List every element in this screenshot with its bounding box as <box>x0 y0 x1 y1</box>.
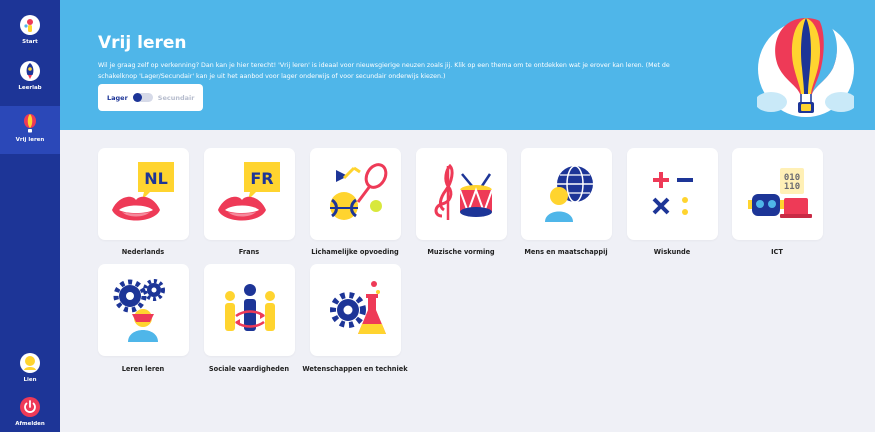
hot-air-balloon-icon <box>757 18 854 117</box>
theme-tile-mens-en-maatschappij[interactable] <box>521 148 612 240</box>
sidebar-item-label: Leerlab <box>18 85 42 91</box>
math-icon <box>652 172 693 215</box>
theme-tile-leren-leren[interactable] <box>98 264 189 356</box>
theme-tile-wiskunde[interactable] <box>627 148 718 240</box>
avatar-icon <box>20 353 40 373</box>
toggle-switch[interactable] <box>132 93 153 102</box>
theme-label-wetenschappen-en-techniek[interactable]: Wetenschappen en techniek <box>295 364 415 374</box>
theme-label-sociale-vaardigheden[interactable]: Sociale vaardigheden <box>189 364 309 374</box>
toggle-label-secundair: Secundair <box>157 93 195 102</box>
theme-tile-sociale-vaardigheden[interactable] <box>204 264 295 356</box>
theme-tile-muzische-vorming[interactable] <box>416 148 507 240</box>
theme-tile-lichamelijke-opvoeding[interactable] <box>310 148 401 240</box>
intro-text: Wil je graag zelf op verkenning? Dan kan… <box>98 62 670 80</box>
people-icon <box>225 284 275 331</box>
sidebar-item-label: Vrij leren <box>15 137 45 143</box>
theme-tile-frans[interactable]: FR <box>204 148 295 240</box>
theme-tile-wetenschappen-en-techniek[interactable] <box>310 264 401 356</box>
badge-text: NL <box>144 169 168 188</box>
rocket-icon <box>20 61 40 81</box>
page-title: Vrij leren <box>98 33 187 53</box>
power-icon <box>20 397 40 417</box>
theme-label-mens-en-maatschappij[interactable]: Mens en maatschappij <box>506 247 626 257</box>
sidebar-item-vrij-leren[interactable]: Vrij leren <box>0 106 60 154</box>
toggle-label-lager: Lager <box>107 93 128 102</box>
gears-head-icon <box>113 279 165 342</box>
theme-tile-ict[interactable]: 010 110 <box>732 148 823 240</box>
sidebar-item-leerlab[interactable]: Leerlab <box>0 60 60 104</box>
sidebar-item-label: Afmelden <box>15 421 45 427</box>
balloon-icon <box>24 114 36 133</box>
theme-label-leren-leren[interactable]: Leren leren <box>83 364 203 374</box>
sidebar-item-start[interactable]: Start <box>0 14 60 58</box>
mouth-fr-icon: FR <box>218 162 280 221</box>
header-banner: Vrij leren Wil je graag zelf op verkenni… <box>60 0 875 130</box>
globe-person-icon <box>545 165 593 222</box>
sports-icon <box>330 163 388 220</box>
theme-label-lichamelijke-opvoeding[interactable]: Lichamelijke opvoeding <box>295 247 415 257</box>
theme-label-ict[interactable]: ICT <box>717 247 837 257</box>
theme-label-nederlands[interactable]: Nederlands <box>83 247 203 257</box>
start-logo-icon <box>20 15 40 35</box>
sidebar-item-logout[interactable]: Afmelden <box>0 396 60 432</box>
theme-tile-nederlands[interactable]: NL <box>98 148 189 240</box>
level-toggle[interactable]: Lager Secundair <box>98 84 203 111</box>
badge-text: FR <box>250 169 273 188</box>
theme-label-muzische-vorming[interactable]: Muzische vorming <box>401 247 521 257</box>
robot-icon: 010 110 <box>748 168 812 218</box>
theme-label-wiskunde[interactable]: Wiskunde <box>612 247 732 257</box>
sidebar-item-label: Lien <box>23 377 37 383</box>
sidebar-item-label: Start <box>22 39 38 45</box>
toggle-knob <box>132 93 142 102</box>
music-icon <box>434 163 493 220</box>
sidebar-item-user[interactable]: Lien <box>0 352 60 396</box>
mouth-nl-icon: NL <box>112 162 174 221</box>
sidebar: Start Leerlab Vrij leren Lien Afmelden <box>0 0 60 432</box>
theme-label-frans[interactable]: Frans <box>189 247 309 257</box>
science-icon <box>330 281 386 334</box>
